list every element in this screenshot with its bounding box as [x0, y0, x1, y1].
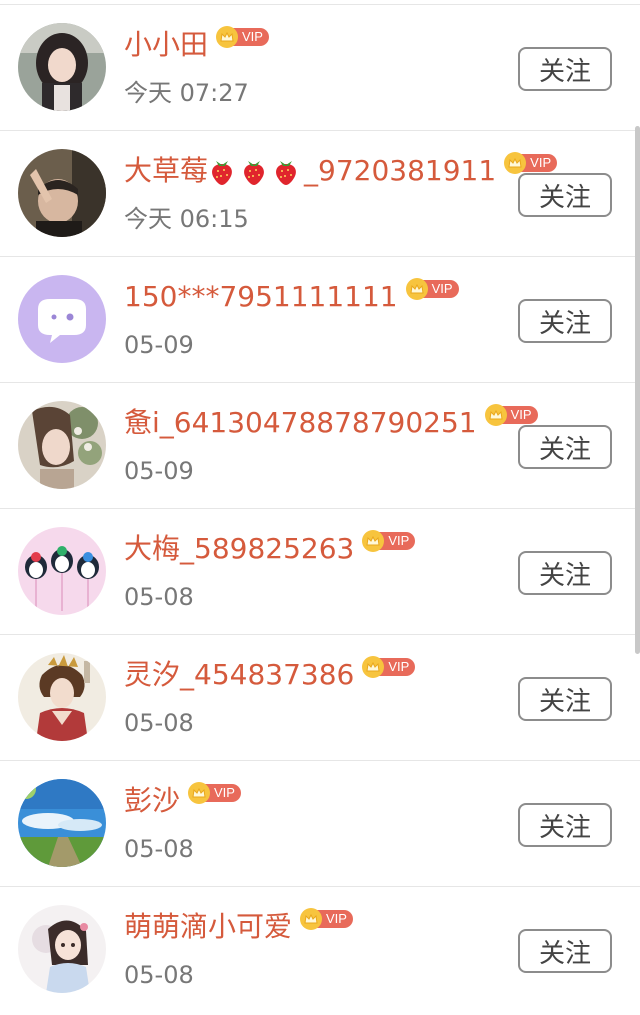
man-photo-icon — [18, 149, 106, 237]
follow-time: 05-08 — [124, 709, 194, 737]
follow-button[interactable]: 关注 — [518, 425, 612, 469]
user-name[interactable]: 小小田 — [124, 25, 208, 65]
follow-button[interactable]: 关注 — [518, 551, 612, 595]
strawberry-icon — [244, 161, 264, 185]
user-name-line: 惫i_64130478878790251 VIP — [124, 403, 538, 443]
user-name[interactable]: 灵汐_454837386 — [124, 655, 354, 695]
follow-button[interactable]: 关注 — [518, 47, 612, 91]
avatar[interactable] — [18, 527, 106, 615]
follow-button[interactable]: 关注 — [518, 677, 612, 721]
list-item[interactable]: 小小田 VIP 今天 07:27 关注 — [0, 4, 640, 130]
follower-list: 小小田 VIP 今天 07:27 关注 大草莓 _9720381911 VIP … — [0, 4, 640, 1012]
follow-time: 今天 06:15 — [124, 205, 249, 233]
avatar[interactable] — [18, 779, 106, 867]
list-item[interactable]: 大梅_589825263 VIP 05-08 关注 — [0, 508, 640, 634]
avatar[interactable] — [18, 401, 106, 489]
follow-time: 今天 07:27 — [124, 79, 249, 107]
user-name-line: 彭沙 VIP — [124, 781, 241, 821]
list-item[interactable]: 彭沙 VIP 05-08 关注 — [0, 760, 640, 886]
list-item[interactable]: 150***7951111111 VIP 05-09 关注 — [0, 256, 640, 382]
girl-photo-icon — [18, 23, 106, 111]
cartoon-girl-icon — [18, 905, 106, 993]
user-name[interactable]: 彭沙 — [124, 781, 180, 821]
user-name-suffix[interactable]: _9720381911 — [304, 151, 496, 191]
user-name-line: 萌萌滴小可爱 VIP — [124, 907, 353, 947]
strawberry-icon — [276, 161, 296, 185]
follow-time: 05-08 — [124, 835, 194, 863]
user-name[interactable]: 萌萌滴小可爱 — [124, 907, 292, 947]
list-item[interactable]: 萌萌滴小可爱 VIP 05-08 关注 — [0, 886, 640, 1012]
user-name-line: 小小田 VIP — [124, 25, 269, 65]
user-name-prefix[interactable]: 大草莓 — [124, 151, 208, 191]
crown-icon — [484, 404, 507, 426]
user-name-line: 灵汐_454837386 VIP — [124, 655, 416, 695]
crown-icon — [216, 26, 239, 48]
avatar[interactable] — [18, 653, 106, 741]
painted-girl-flowers-icon — [18, 401, 106, 489]
follow-time: 05-09 — [124, 457, 194, 485]
sky-meadow-landscape-icon — [18, 779, 106, 867]
vip-badge: VIP — [216, 26, 269, 48]
follow-time: 05-09 — [124, 331, 194, 359]
user-name[interactable]: 大梅_589825263 — [124, 529, 354, 569]
vip-badge: VIP — [362, 656, 416, 678]
avatar[interactable] — [18, 905, 106, 993]
user-name[interactable]: 惫i_64130478878790251 — [124, 403, 477, 443]
list-item[interactable]: 惫i_64130478878790251 VIP 05-09 关注 — [0, 382, 640, 508]
vip-badge: VIP — [362, 530, 416, 552]
follow-button[interactable]: 关注 — [518, 173, 612, 217]
follow-button[interactable]: 关注 — [518, 929, 612, 973]
list-item[interactable]: 灵汐_454837386 VIP 05-08 关注 — [0, 634, 640, 760]
vip-badge: VIP — [484, 404, 538, 426]
user-name-line: 大草莓 _9720381911 VIP — [124, 151, 558, 191]
crown-icon — [188, 782, 211, 804]
default-chat-avatar-icon — [18, 275, 106, 363]
list-item[interactable]: 大草莓 _9720381911 VIP 今天 06:15 关注 — [0, 130, 640, 256]
avatar[interactable] — [18, 149, 106, 237]
vip-badge: VIP — [188, 782, 241, 804]
crown-icon — [405, 278, 428, 300]
penguin-lollipops-icon — [18, 527, 106, 615]
avatar[interactable] — [18, 275, 106, 363]
vip-badge: VIP — [405, 278, 459, 300]
follow-time: 05-08 — [124, 961, 194, 989]
avatar[interactable] — [18, 23, 106, 111]
scrollbar[interactable] — [635, 126, 640, 654]
user-name-line: 150***7951111111 VIP — [124, 277, 459, 317]
follow-time: 05-08 — [124, 583, 194, 611]
strawberry-icon — [212, 161, 232, 185]
follow-button[interactable]: 关注 — [518, 803, 612, 847]
vip-badge: VIP — [504, 152, 558, 174]
crown-icon — [504, 152, 527, 174]
user-name-line: 大梅_589825263 VIP — [124, 529, 416, 569]
vip-badge: VIP — [300, 908, 353, 930]
follow-button[interactable]: 关注 — [518, 299, 612, 343]
crown-icon — [300, 908, 323, 930]
user-name[interactable]: 150***7951111111 — [124, 277, 398, 317]
ancient-costume-lady-icon — [18, 653, 106, 741]
